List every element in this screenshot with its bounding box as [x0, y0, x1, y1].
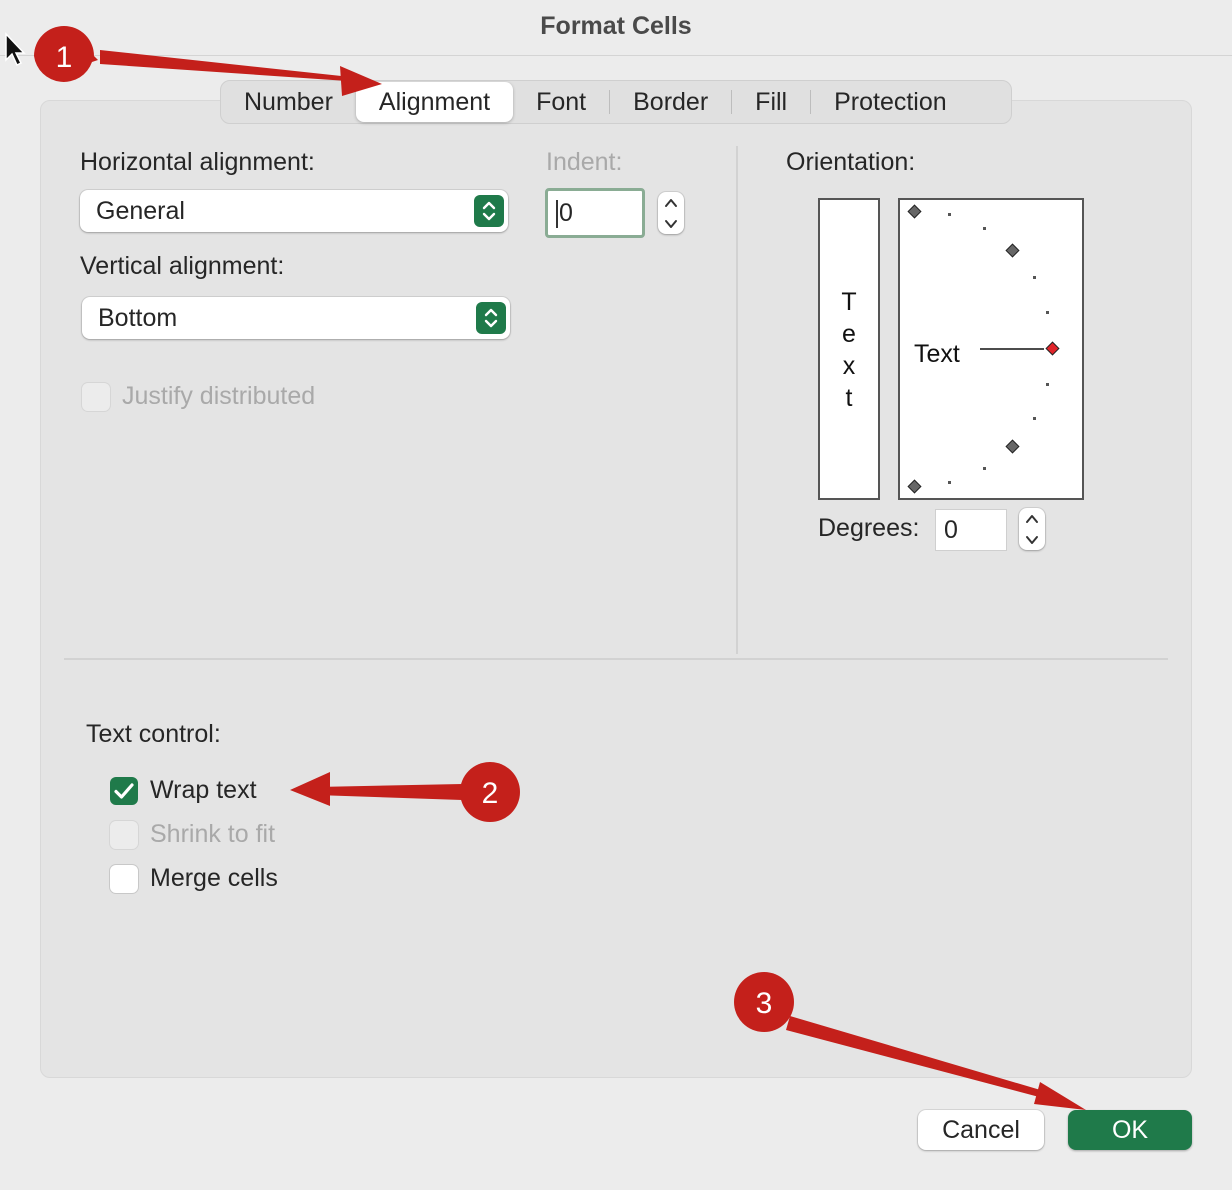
horizontal-alignment-label: Horizontal alignment: — [80, 148, 315, 176]
chevron-up-icon — [1026, 514, 1038, 523]
tab-fill[interactable]: Fill — [732, 82, 810, 122]
dial-marker-diamond — [907, 204, 922, 219]
justify-distributed-label: Justify distributed — [122, 382, 316, 410]
vertical-text-letter: t — [845, 384, 853, 412]
dial-dot — [983, 467, 986, 470]
text-control-label: Text control: — [86, 720, 221, 748]
degrees-label: Degrees: — [818, 514, 920, 542]
shrink-to-fit-label: Shrink to fit — [150, 820, 276, 848]
dial-dot — [1033, 417, 1036, 420]
vertical-alignment-value: Bottom — [98, 304, 178, 332]
chevron-down-icon — [1026, 535, 1038, 544]
callout-3-arrowhead — [1034, 1082, 1086, 1110]
chevron-down-icon — [665, 219, 677, 228]
degrees-stepper[interactable] — [1019, 508, 1045, 550]
wrap-text-checkbox[interactable] — [110, 777, 138, 805]
orientation-label: Orientation: — [786, 148, 916, 176]
degrees-input[interactable]: 0 — [936, 510, 1006, 550]
dial-dot — [1033, 276, 1036, 279]
dial-dot — [1046, 311, 1049, 314]
format-cells-dialog: Format Cells Number Alignment Font Borde… — [0, 0, 1232, 1190]
orientation-dial[interactable]: Text — [898, 198, 1084, 500]
vertical-text-letter: e — [842, 320, 856, 348]
dial-marker-diamond — [1005, 243, 1020, 258]
merge-cells-label: Merge cells — [150, 864, 278, 892]
vertical-divider — [736, 146, 738, 654]
shrink-to-fit-checkbox[interactable] — [110, 821, 138, 849]
horizontal-alignment-value: General — [96, 197, 185, 225]
dial-text: Text — [914, 340, 960, 368]
cancel-button[interactable]: Cancel — [918, 1110, 1044, 1150]
tab-font[interactable]: Font — [513, 82, 609, 122]
dialog-title: Format Cells — [540, 12, 692, 40]
vertical-alignment-label: Vertical alignment: — [80, 252, 285, 280]
dial-marker-diamond — [907, 479, 922, 494]
indent-input[interactable]: 0 — [545, 188, 645, 238]
merge-cells-checkbox[interactable] — [110, 865, 138, 893]
checkmark-icon — [114, 783, 134, 799]
tab-number[interactable]: Number — [221, 82, 356, 122]
text-caret — [556, 200, 558, 229]
indent-stepper[interactable] — [658, 192, 684, 234]
updown-chevron-icon — [476, 302, 506, 334]
vertical-text-orientation-box[interactable]: T e x t — [818, 198, 880, 500]
horizontal-alignment-select[interactable]: General — [80, 190, 508, 232]
updown-chevron-icon — [474, 195, 504, 227]
indent-label: Indent: — [546, 148, 623, 176]
dial-dot — [948, 481, 951, 484]
dial-dot — [983, 227, 986, 230]
tab-bar: Number Alignment Font Border Fill Protec… — [220, 80, 1012, 124]
vertical-alignment-select[interactable]: Bottom — [82, 297, 510, 339]
wrap-text-label: Wrap text — [150, 776, 257, 804]
dial-marker-diamond — [1005, 439, 1020, 454]
ok-button[interactable]: OK — [1068, 1110, 1192, 1150]
horizontal-divider — [64, 658, 1168, 660]
justify-distributed-checkbox[interactable] — [82, 383, 110, 411]
tab-protection[interactable]: Protection — [811, 82, 970, 122]
mouse-pointer-icon — [5, 32, 26, 67]
tab-alignment[interactable]: Alignment — [355, 82, 514, 122]
chevron-up-icon — [665, 198, 677, 207]
indent-value: 0 — [559, 199, 573, 227]
vertical-text-letter: T — [841, 288, 857, 316]
dial-selected-marker — [1045, 341, 1060, 356]
dial-dot — [948, 213, 951, 216]
tab-border[interactable]: Border — [610, 82, 731, 122]
vertical-text-letter: x — [842, 352, 856, 380]
title-bar: Format Cells — [0, 0, 1232, 56]
dial-dot — [1046, 383, 1049, 386]
